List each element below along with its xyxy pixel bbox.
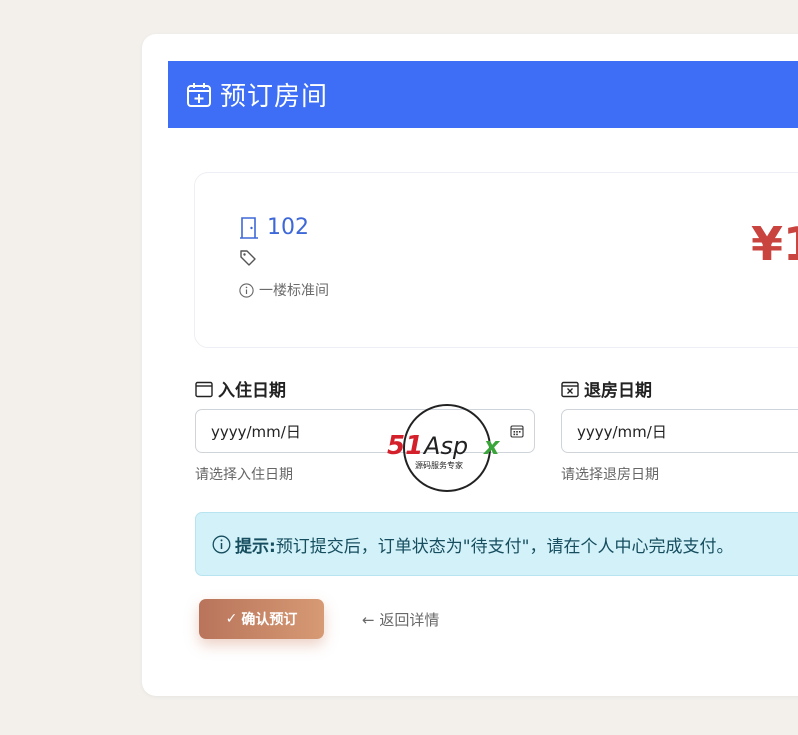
confirm-booking-label: 确认预订 [241, 612, 298, 628]
calendar-plus-icon [186, 82, 212, 108]
room-summary: 102 一楼标准间 ¥1 [194, 172, 798, 348]
info-icon [212, 535, 231, 554]
confirm-booking-button[interactable]: ✓ 确认预订 [199, 599, 324, 639]
svg-text:Asp: Asp [422, 432, 468, 460]
check-icon: ✓ [225, 611, 238, 627]
tip-title: 提示: [235, 536, 276, 557]
room-number: 102 [239, 215, 309, 240]
checkout-label-text: 退房日期 [584, 381, 652, 401]
svg-text:x: x [483, 432, 501, 460]
calendar-icon [195, 380, 213, 398]
checkin-label-text: 入住日期 [218, 381, 286, 401]
room-description-text: 一楼标准间 [259, 283, 329, 299]
watermark-logo: 51 Asp x 源码服务专家 [384, 402, 514, 494]
room-number-text: 102 [267, 215, 309, 240]
svg-text:51: 51 [387, 431, 423, 461]
calendar-x-icon [561, 380, 579, 398]
booking-card: 预订房间 102 一楼标准间 ¥ 入住日期 yyyy/mm/日 请选择入住日期 … [142, 34, 798, 696]
door-icon [239, 216, 259, 240]
checkout-date-input[interactable]: yyyy/mm/日 [561, 409, 798, 453]
back-to-details-link[interactable]: ← 返回详情 [362, 609, 439, 630]
tip-alert: 提示: 预订提交后，订单状态为"待支付"，请在个人中心完成支付。 [195, 512, 798, 576]
page: 预订房间 102 一楼标准间 ¥ 入住日期 yyyy/mm/日 请选择入住日期 … [0, 0, 798, 735]
room-description: 一楼标准间 [239, 280, 329, 300]
svg-text:源码服务专家: 源码服务专家 [415, 460, 463, 470]
card-header: 预订房间 [168, 61, 798, 128]
checkin-label: 入住日期 [195, 376, 286, 401]
checkin-date-placeholder: yyyy/mm/日 [211, 422, 301, 441]
checkin-help: 请选择入住日期 [195, 467, 293, 483]
checkout-help: 请选择退房日期 [561, 467, 659, 483]
page-title: 预订房间 [220, 82, 329, 112]
tip-text: 预订提交后，订单状态为"待支付"，请在个人中心完成支付。 [275, 536, 734, 557]
checkout-label: 退房日期 [561, 376, 652, 401]
info-icon [239, 282, 254, 298]
room-price: ¥1 [751, 217, 798, 271]
checkout-date-placeholder: yyyy/mm/日 [577, 422, 667, 441]
tag-icon [239, 249, 257, 267]
